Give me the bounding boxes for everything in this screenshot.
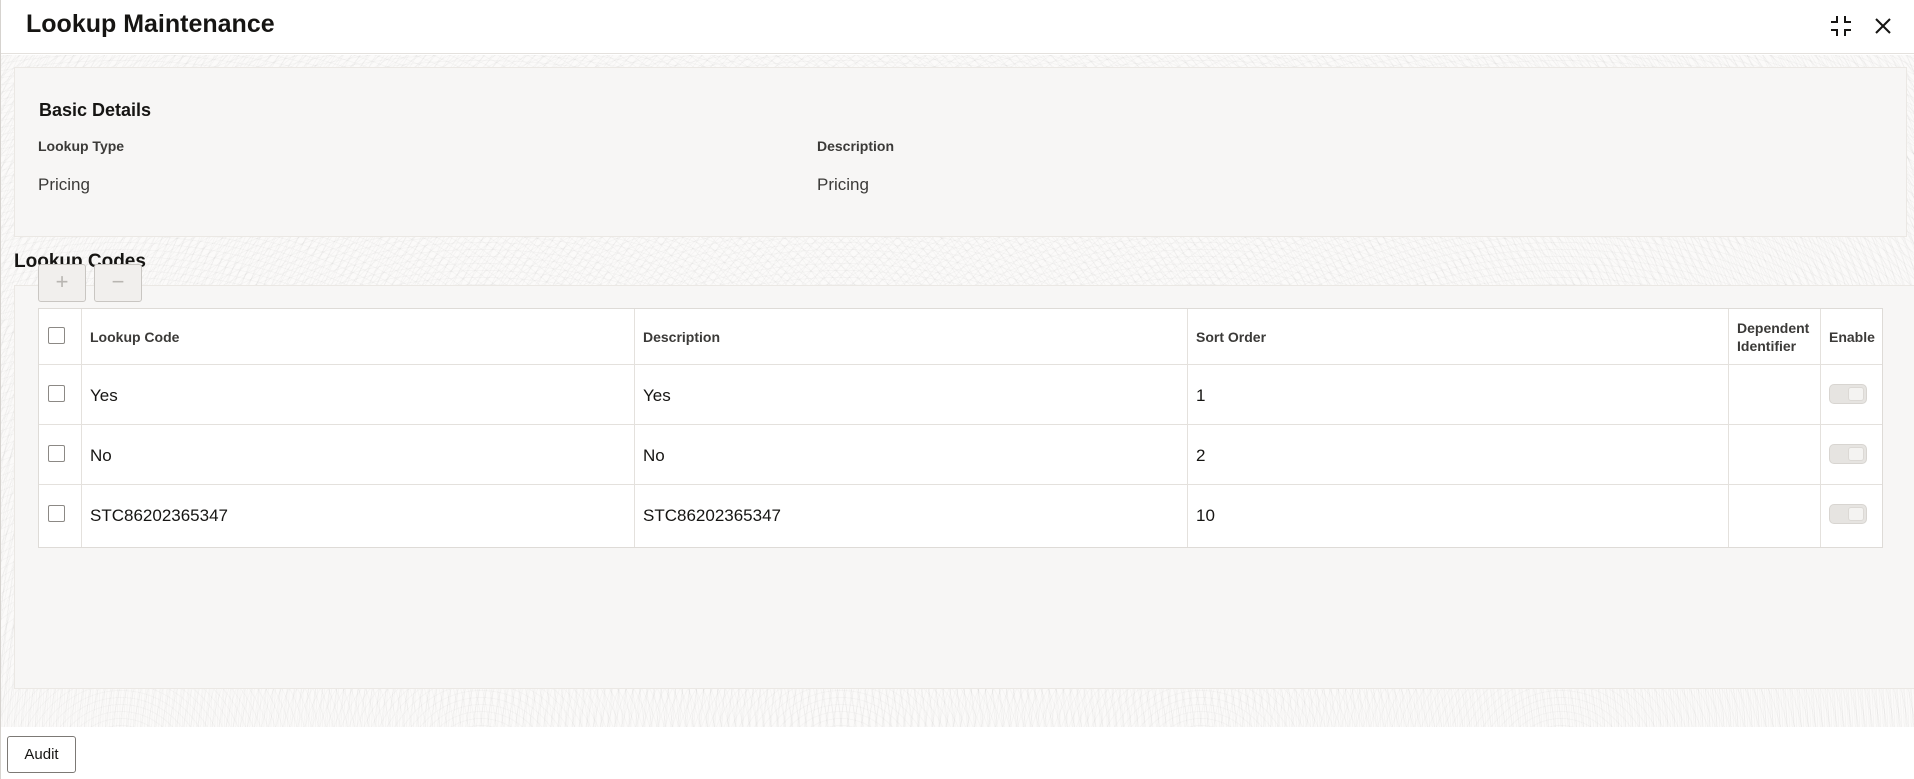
sort-order-cell: 1 bbox=[1196, 386, 1206, 405]
toggle-knob bbox=[1848, 507, 1864, 521]
row-checkbox[interactable] bbox=[48, 505, 65, 522]
lookup-type-value: Pricing bbox=[38, 175, 90, 194]
enable-toggle[interactable] bbox=[1829, 444, 1867, 464]
description-label: Description bbox=[817, 138, 895, 154]
column-header-sort-order[interactable]: Sort Order bbox=[1196, 329, 1266, 345]
window-controls bbox=[1827, 12, 1897, 40]
sort-order-cell: 10 bbox=[1196, 506, 1215, 525]
row-checkbox[interactable] bbox=[48, 445, 65, 462]
row-checkbox[interactable] bbox=[48, 385, 65, 402]
lookup-code-cell: No bbox=[90, 446, 112, 465]
lookup-codes-table: Lookup Code Description Sort Order Depen… bbox=[38, 308, 1883, 548]
description-cell: No bbox=[643, 446, 665, 465]
column-header-description[interactable]: Description bbox=[643, 329, 720, 345]
toggle-knob bbox=[1848, 387, 1864, 401]
description-cell: Yes bbox=[643, 386, 671, 405]
lookup-maintenance-window: Lookup Maintenance Basic Details Lookup … bbox=[0, 0, 1914, 779]
audit-button[interactable]: Audit bbox=[7, 736, 76, 773]
column-header-dependent-identifier[interactable]: Dependent Identifier bbox=[1737, 319, 1817, 355]
close-icon[interactable] bbox=[1869, 12, 1897, 40]
toggle-knob bbox=[1848, 447, 1864, 461]
minimize-icon[interactable] bbox=[1827, 12, 1855, 40]
enable-toggle[interactable] bbox=[1829, 384, 1867, 404]
lookup-code-cell: STC86202365347 bbox=[90, 506, 229, 525]
add-row-button[interactable]: + bbox=[38, 264, 86, 302]
column-header-lookup-code[interactable]: Lookup Code bbox=[90, 329, 179, 345]
description-value: Pricing bbox=[817, 175, 869, 194]
lookup-code-cell: Yes bbox=[90, 386, 118, 405]
select-all-checkbox[interactable] bbox=[48, 327, 65, 344]
sort-order-cell: 2 bbox=[1196, 446, 1206, 465]
basic-details-heading: Basic Details bbox=[39, 100, 152, 120]
enable-toggle[interactable] bbox=[1829, 504, 1867, 524]
column-header-enable[interactable]: Enable bbox=[1829, 329, 1875, 345]
page-title: Lookup Maintenance bbox=[26, 10, 275, 38]
title-bar: Lookup Maintenance bbox=[1, 0, 1914, 54]
lookup-type-label: Lookup Type bbox=[38, 138, 125, 154]
remove-row-button[interactable]: − bbox=[94, 264, 142, 302]
description-cell: STC86202365347 bbox=[643, 506, 782, 525]
basic-details-panel: Basic Details Lookup Type Pricing Descri… bbox=[14, 67, 1907, 237]
